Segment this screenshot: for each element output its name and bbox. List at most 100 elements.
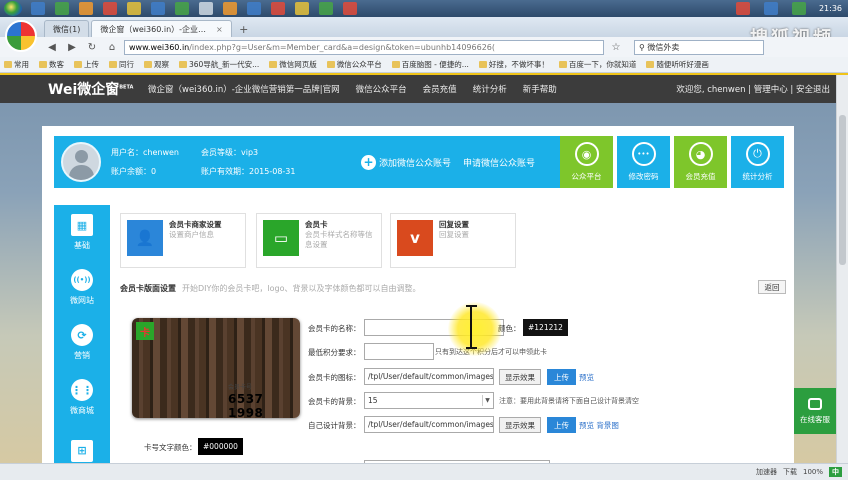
avatar <box>61 142 101 182</box>
tab-wei360[interactable]: 微企窗（wei360.in）-企业… × <box>91 20 232 37</box>
close-tab-icon[interactable]: × <box>216 25 223 34</box>
site-navbar: Wei微企窗BETA 微企窗（wei360.in）-企业微信营销第一品牌|官网 … <box>0 75 836 103</box>
module-desc: 回复设置 <box>439 230 469 239</box>
min-points-input[interactable] <box>364 343 434 360</box>
upload-button[interactable]: 上传 <box>547 369 576 385</box>
name-label: 会员卡的名称： <box>308 324 361 333</box>
address-host: www.wei360.in <box>129 42 190 52</box>
site-logo[interactable]: Wei微企窗BETA <box>0 79 140 99</box>
bookmark-item[interactable]: 百度一下，你就知道 <box>558 59 636 70</box>
sidebar-item-shop[interactable]: ⋮⋮ 微商城 <box>54 370 110 425</box>
online-service-button[interactable]: 在线客服 <box>794 388 836 434</box>
bookmark-label: 常用 <box>14 60 29 69</box>
bookmark-item[interactable]: 百度脑图 - 便捷的... <box>391 59 469 70</box>
page-scrollbar[interactable] <box>836 75 848 463</box>
user-links[interactable]: 欢迎您, chenwen | 管理中心 | 安全退出 <box>676 83 836 95</box>
nav-wechat-platform[interactable]: 微信公众平台 <box>348 83 415 95</box>
nav-help[interactable]: 新手帮助 <box>515 83 565 95</box>
icon-path-input[interactable]: /tpl/User/default/common/images <box>364 368 494 385</box>
tray-icon[interactable] <box>735 2 750 15</box>
bookmark-item[interactable]: 数客 <box>39 59 64 70</box>
module-reply-settings[interactable]: v 回复设置 回复设置 <box>390 213 516 268</box>
tab-label: 微信(1) <box>53 24 81 34</box>
bookmark-label: 上传 <box>84 60 99 69</box>
bookmark-item[interactable]: 随便听听好漫画 <box>646 59 709 70</box>
statusbar-downloads[interactable]: 下载 <box>783 467 797 477</box>
taskbar-app-icon[interactable] <box>103 2 117 15</box>
scrollbar-thumb[interactable] <box>839 115 846 265</box>
taskbar-app-icon[interactable] <box>271 2 285 15</box>
sidebar-item-marketing[interactable]: ⟳ 营销 <box>54 315 110 370</box>
nav-recharge[interactable]: 会员充值 <box>415 83 465 95</box>
sidebar-item-basic[interactable]: ▦ 基础 <box>54 205 110 260</box>
preview-link[interactable]: 预览 <box>579 372 594 383</box>
home-icon[interactable]: ⌂ <box>104 40 120 54</box>
folder-icon <box>179 61 187 68</box>
upload-button-2[interactable]: 上传 <box>547 417 576 433</box>
system-tray: 21:36 <box>731 2 848 15</box>
bookmark-item[interactable]: 观察 <box>144 59 169 70</box>
quick-btn-stats[interactable]: ⏻ 统计分析 <box>731 136 784 188</box>
star-icon[interactable]: ☆ <box>608 40 624 54</box>
show-effect-button[interactable]: 显示效果 <box>499 369 541 385</box>
bookmark-item[interactable]: 微信公众平台 <box>326 59 382 70</box>
bookmark-item[interactable]: 好搜，不做坏事！ <box>478 59 549 70</box>
start-button[interactable] <box>4 1 22 16</box>
nav-home[interactable]: 微企窗（wei360.in）-企业微信营销第一品牌|官网 <box>140 83 348 95</box>
search-value: 微信外卖 <box>647 42 680 52</box>
taskbar-app-icon[interactable] <box>319 2 333 15</box>
nav-statistics[interactable]: 统计分析 <box>465 83 515 95</box>
bookmark-item[interactable]: 360导航_新一代安... <box>179 59 259 70</box>
bookmark-label: 随便听听好漫画 <box>656 60 709 69</box>
ime-indicator[interactable]: 中 <box>829 467 842 477</box>
sidebar-item-microsite[interactable]: ((•)) 微网站 <box>54 260 110 315</box>
taskbar-app-icon[interactable] <box>55 2 69 15</box>
color-swatch[interactable]: #121212 <box>523 319 568 336</box>
taskbar-app-icon[interactable] <box>31 2 45 15</box>
taskbar-app-icon[interactable] <box>127 2 141 15</box>
taskbar-app-icon[interactable] <box>175 2 189 15</box>
browser-logo-icon[interactable] <box>5 20 37 52</box>
taskbar-app-icon[interactable] <box>199 2 213 15</box>
module-merchant-settings[interactable]: 👤 会员卡商家设置 设置商户信息 <box>120 213 246 268</box>
quick-btn-password[interactable]: ••• 修改密码 <box>617 136 670 188</box>
apply-account-link[interactable]: 申请微信公众账号 <box>463 156 535 169</box>
show-effect-button-2[interactable]: 显示效果 <box>499 417 541 433</box>
min-points-label: 最低积分要求： <box>308 348 361 357</box>
online-service-label: 在线客服 <box>800 414 830 424</box>
bookmark-item[interactable]: 常用 <box>4 59 29 70</box>
taskbar-app-icon[interactable] <box>79 2 93 15</box>
bookmark-item[interactable]: 上传 <box>74 59 99 70</box>
bg-select[interactable]: 15 ▼ <box>364 392 494 409</box>
address-bar[interactable]: www.wei360.in/index.php?g=User&m=Member_… <box>124 39 604 55</box>
search-input[interactable]: ⚲ 微信外卖 <box>634 39 764 55</box>
preview-bg-link[interactable]: 预览 背景图 <box>579 420 619 431</box>
tray-icon[interactable] <box>763 2 778 15</box>
bookmark-label: 360导航_新一代安... <box>189 60 260 69</box>
refresh-icon[interactable]: ↻ <box>84 40 100 54</box>
module-member-card[interactable]: ▭ 会员卡 会员卡样式名称等信息设置 <box>256 213 382 268</box>
forward-icon[interactable]: ▶ <box>64 40 80 54</box>
back-button[interactable]: 返回 <box>758 280 786 294</box>
custom-bg-label: 自己设计背景： <box>308 421 361 430</box>
tray-icon[interactable] <box>791 2 806 15</box>
quick-btn-recharge[interactable]: ◕ 会员充值 <box>674 136 727 188</box>
add-account-button[interactable]: + 添加微信公众账号 <box>361 154 451 170</box>
tab-wechat[interactable]: 微信(1) <box>44 20 90 37</box>
statusbar-zoom[interactable]: 100% <box>803 468 823 476</box>
taskbar-app-icon[interactable] <box>151 2 165 15</box>
bookmark-item[interactable]: 同行 <box>109 59 134 70</box>
new-tab-button[interactable]: + <box>234 22 254 37</box>
number-color-swatch[interactable]: #000000 <box>198 438 243 455</box>
taskbar-app-icon[interactable] <box>247 2 261 15</box>
statusbar-accelerator[interactable]: 加速器 <box>756 467 777 477</box>
taskbar-app-icon[interactable] <box>295 2 309 15</box>
quick-btn-platform[interactable]: ◉ 公众平台 <box>560 136 613 188</box>
broadcast-icon: ((•)) <box>71 269 93 291</box>
taskbar-app-icon[interactable] <box>343 2 357 15</box>
taskbar-app-icon[interactable] <box>223 2 237 15</box>
folder-icon <box>558 61 567 68</box>
custom-bg-input[interactable]: /tpl/User/default/common/images <box>364 416 494 433</box>
back-icon[interactable]: ◀ <box>44 40 60 54</box>
bookmark-item[interactable]: 微信网页版 <box>269 59 317 70</box>
